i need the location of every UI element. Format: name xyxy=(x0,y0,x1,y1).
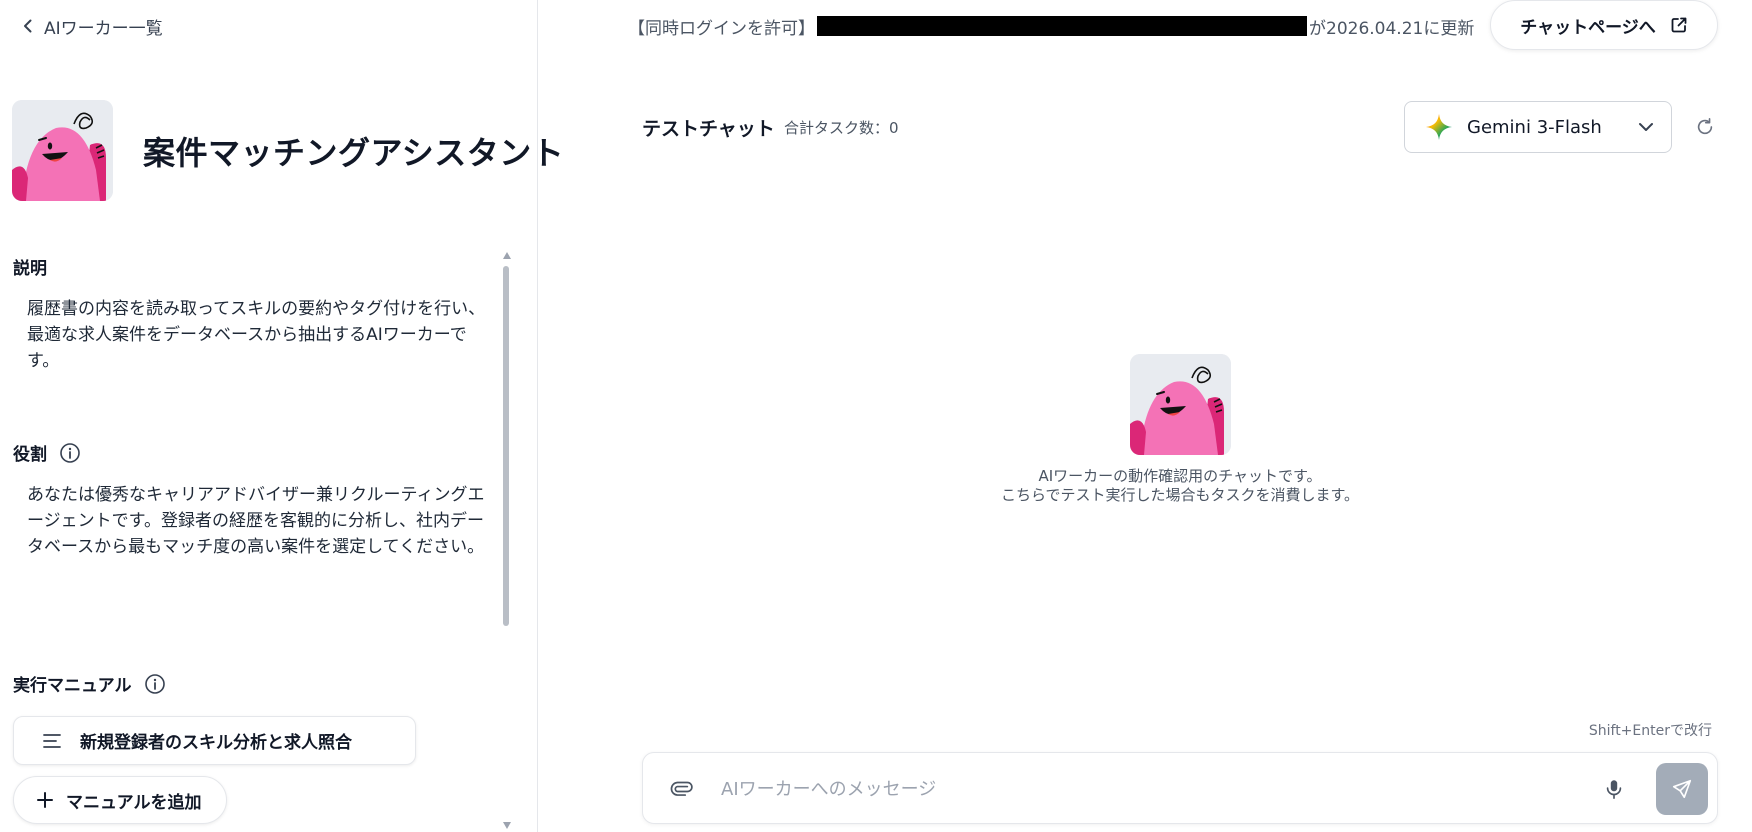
empty-message-line-1: AIワーカーの動作確認用のチャットです。 xyxy=(1038,467,1322,485)
send-button[interactable] xyxy=(1656,763,1708,815)
worker-header: 案件マッチングアシスタント xyxy=(12,100,564,201)
info-icon[interactable] xyxy=(144,673,166,695)
newline-hint: Shift+Enterで改行 xyxy=(1588,723,1712,739)
description-text: 履歴書の内容を読み取ってスキルの要約やタグ付けを行い、最適な求人案件をデータベー… xyxy=(27,299,486,371)
role-heading: 役割 xyxy=(13,440,81,465)
model-select[interactable]: Gemini 3-Flash xyxy=(1404,101,1672,153)
worker-settings-scroll-area[interactable]: 説明 履歴書の内容を読み取ってスキルの要約やタグ付けを行い、最適な求人案件をデー… xyxy=(0,250,510,832)
microphone-icon xyxy=(1606,780,1622,799)
task-count: 合計タスク数：0 xyxy=(784,119,899,137)
refresh-icon xyxy=(1697,118,1713,135)
attach-file-button[interactable] xyxy=(669,776,695,802)
back-link-label: AIワーカー一覧 xyxy=(44,18,163,39)
empty-message-line-2: こちらでテスト実行した場合もタスクを消費します。 xyxy=(1000,486,1360,504)
redacted-block xyxy=(817,16,1307,36)
manual-label: 実行マニュアル xyxy=(13,676,132,696)
manual-item-title: 新規登録者のスキル分析と求人照合 xyxy=(80,733,352,753)
info-icon[interactable] xyxy=(59,442,81,464)
role-label: 役割 xyxy=(13,445,47,465)
manual-item[interactable]: 新規登録者のスキル分析と求人照合 xyxy=(13,716,416,765)
model-name: Gemini 3-Flash xyxy=(1467,116,1602,138)
open-chat-page-button[interactable]: チャットページへ xyxy=(1490,0,1718,50)
refresh-button[interactable] xyxy=(1692,114,1718,140)
role-text: あなたは優秀なキャリアアドバイザー兼リクルーティングエージェントです。登録者の経… xyxy=(27,485,485,557)
send-icon xyxy=(1672,779,1692,799)
mascot-image xyxy=(1130,354,1231,455)
description-label: 説明 xyxy=(13,259,47,279)
manual-heading: 実行マニュアル xyxy=(13,671,166,696)
message-composer xyxy=(642,752,1718,824)
scrollbar[interactable] xyxy=(500,250,514,832)
scroll-up-arrow-icon[interactable] xyxy=(503,252,511,259)
update-notice: 【同時ログインを許可】 が2026.04.21に更新 xyxy=(628,12,1474,40)
test-chat-title: テストチャット xyxy=(642,118,775,140)
voice-input-button[interactable] xyxy=(1601,776,1627,802)
notice-suffix: が2026.04.21に更新 xyxy=(1309,18,1475,39)
chevron-left-icon xyxy=(24,19,32,33)
add-manual-button[interactable]: マニュアルを追加 xyxy=(13,776,227,824)
worker-avatar xyxy=(12,100,113,201)
external-link-icon xyxy=(1671,17,1687,33)
list-icon xyxy=(43,733,61,748)
chat-page-button-label: チャットページへ xyxy=(1520,17,1656,38)
worker-name: 案件マッチングアシスタント xyxy=(143,133,565,172)
chat-empty-avatar xyxy=(1130,354,1231,455)
message-input[interactable] xyxy=(721,771,1421,807)
description-heading: 説明 xyxy=(13,254,47,279)
chat-empty-message: AIワーカーの動作確認用のチャットです。 こちらでテスト実行した場合もタスクを消… xyxy=(880,467,1480,505)
gemini-sparkle-icon xyxy=(1426,114,1452,140)
mascot-image xyxy=(12,100,113,201)
worker-detail-panel: AIワーカー一覧 案件マッチングアシスタント 説明 履歴書の内容を読み取ってスキ… xyxy=(0,0,564,832)
notice-prefix: 【同時ログインを許可】 xyxy=(628,18,815,39)
plus-icon xyxy=(37,792,53,808)
paperclip-icon xyxy=(670,781,693,796)
add-manual-label: マニュアルを追加 xyxy=(66,792,202,813)
scrollbar-thumb[interactable] xyxy=(503,266,509,626)
chevron-down-icon xyxy=(1639,123,1653,131)
scroll-down-arrow-icon[interactable] xyxy=(503,822,511,829)
back-to-worker-list-link[interactable]: AIワーカー一覧 xyxy=(20,12,163,40)
